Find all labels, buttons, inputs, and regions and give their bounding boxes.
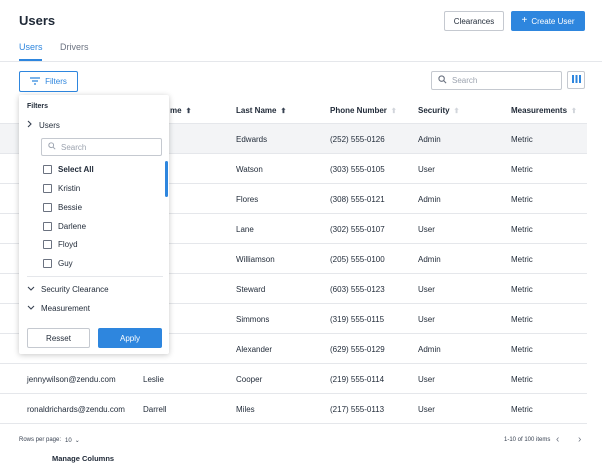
tab-drivers[interactable]: Drivers [60,42,89,52]
rows-per-page-select[interactable]: 10 ⌄ [65,437,80,445]
search-icon [438,75,447,86]
measurement-toggle[interactable]: Measurement [27,304,90,313]
clearances-button[interactable]: Clearances [444,11,504,31]
sort-icon: ⬆ [185,107,192,115]
sort-icon: ⬆ [453,107,460,115]
measurement-label: Measurement [41,304,90,313]
chevron-down-icon: ⌄ [74,438,80,444]
filter-option-bessie[interactable]: Bessie [43,203,82,212]
rows-per-page-label: Rows per page: [19,437,62,443]
checkbox[interactable] [43,203,52,212]
users-section-label: Users [39,120,60,130]
sort-icon: ⬆ [390,107,397,115]
sort-icon: ⬆ [571,107,577,115]
filter-option-darlene[interactable]: Darlene [43,222,86,231]
reset-button-label: Resset [46,333,71,343]
create-user-button[interactable]: + Create User [511,11,585,31]
column-view-button[interactable] [567,71,585,89]
search-icon [48,142,56,152]
filter-divider [27,276,163,277]
column-header-phone[interactable]: Phone Number ⬆ [330,106,397,115]
filter-option-floyd[interactable]: Floyd [43,240,78,249]
pagination-range: 1-10 of 100 items [504,437,551,443]
checkbox[interactable] [43,240,52,249]
checkbox[interactable] [43,184,52,193]
columns-icon [571,75,581,85]
plus-icon: + [521,15,528,26]
checkbox[interactable] [43,259,52,268]
filters-panel-title: Filters [27,103,49,110]
rows-per-page-value: 10 [65,437,72,444]
filter-lines-icon [30,76,41,87]
search-input[interactable]: Search [431,71,562,90]
column-header-last-name[interactable]: Last Name ⬆ [236,106,286,115]
search-placeholder: Search [452,76,478,85]
column-header-first-name[interactable]: me ⬆ [170,106,191,115]
page-title: Users [19,13,56,28]
select-all-checkbox[interactable]: Select All [43,165,94,174]
filter-search-input[interactable]: Search [41,138,162,156]
checkbox[interactable] [43,222,52,231]
clearances-button-label: Clearances [453,16,495,26]
chevron-down-icon [27,285,35,294]
tabs-divider [0,61,602,62]
next-page-icon[interactable]: › [578,434,581,445]
manage-columns-link[interactable]: Manage Columns [52,454,114,463]
table-row[interactable]: ronaldrichards@zendu.com Darrell Miles (… [0,394,587,424]
chevron-down-icon [27,304,35,313]
column-header-security[interactable]: Security ⬆ [418,106,459,115]
security-clearance-toggle[interactable]: Security Clearance [27,285,109,294]
prev-page-icon[interactable]: ‹ [556,434,559,445]
filter-search-placeholder: Search [61,142,87,152]
chevron-right-icon [27,120,33,130]
apply-button-label: Apply [119,333,140,343]
users-section-toggle[interactable]: Users [27,120,60,130]
apply-button[interactable]: Apply [98,328,162,348]
filters-button-label: Filters [45,77,67,86]
filter-option-kristin[interactable]: Kristin [43,184,80,193]
sort-icon: ⬆ [280,107,287,115]
checkbox[interactable] [43,165,52,174]
filter-option-guy[interactable]: Guy [43,259,73,268]
tab-users[interactable]: Users [19,42,43,52]
column-header-measurements[interactable]: Measurements ⬆ [511,106,577,115]
filter-list-scrollbar[interactable] [165,161,168,197]
filters-panel: Filters Users Search Select All Kristin … [19,95,169,354]
reset-button[interactable]: Resset [27,328,90,348]
filters-button[interactable]: Filters [19,71,78,92]
create-user-button-label: Create User [531,16,575,26]
table-row[interactable]: jennywilson@zendu.com Leslie Cooper (219… [0,364,587,394]
security-clearance-label: Security Clearance [41,285,109,294]
